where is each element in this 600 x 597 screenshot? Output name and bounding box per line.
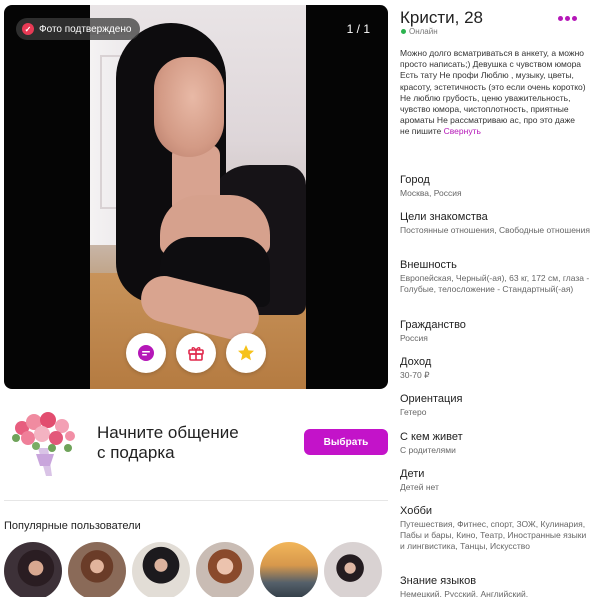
send-gift-button[interactable] bbox=[176, 333, 216, 373]
field-city: Город Москва, Россия bbox=[400, 174, 590, 199]
gift-banner-line2: с подарка bbox=[97, 443, 175, 462]
field-citizenship: Гражданство Россия bbox=[400, 319, 590, 344]
popular-user-avatar[interactable] bbox=[132, 542, 190, 597]
more-options-button[interactable] bbox=[558, 16, 577, 21]
photo-counter: 1 / 1 bbox=[346, 22, 370, 36]
profile-name: Кристи, 28 bbox=[400, 8, 483, 27]
field-label: Внешность bbox=[400, 259, 457, 271]
field-income: Доход 30-70 ₽ bbox=[400, 356, 590, 381]
favorite-button[interactable] bbox=[226, 333, 266, 373]
photo-verified-label: Фото подтверждено bbox=[39, 23, 132, 35]
field-label: Гражданство bbox=[400, 319, 466, 331]
popular-user-avatar[interactable] bbox=[196, 542, 254, 597]
field-value: Постоянные отношения, Свободные отношени… bbox=[400, 225, 590, 235]
star-icon bbox=[238, 345, 254, 361]
popular-user-avatar[interactable] bbox=[324, 542, 382, 597]
field-label: Доход bbox=[400, 356, 432, 368]
bouquet-image bbox=[12, 412, 75, 476]
field-label: Хобби bbox=[400, 505, 433, 517]
popular-users-list bbox=[4, 542, 394, 597]
field-orientation: Ориентация Гетеро bbox=[400, 393, 590, 418]
collapse-about-link[interactable]: Свернуть bbox=[444, 126, 481, 136]
field-languages: Знание языков Немецкий, Русский, Английс… bbox=[400, 575, 590, 597]
choose-gift-button[interactable]: Выбрать bbox=[304, 429, 388, 455]
gift-banner-text: Начните общение с подарка bbox=[97, 423, 287, 463]
more-dots-icon bbox=[558, 16, 563, 21]
field-dating-goals: Цели знакомства Постоянные отношения, Св… bbox=[400, 211, 590, 236]
field-value: Европейская, Черный(-ая), 63 кг, 172 см,… bbox=[400, 273, 590, 294]
profile-about: Можно долго всматриваться в анкету, а мо… bbox=[400, 48, 586, 138]
online-status-label: Онлайн bbox=[409, 27, 438, 36]
photo-verified-badge: ✓ Фото подтверждено bbox=[16, 18, 141, 40]
field-appearance: Внешность Европейская, Черный(-ая), 63 к… bbox=[400, 259, 590, 295]
profile-photo[interactable]: ✓ Фото подтверждено 1 / 1 bbox=[4, 5, 388, 389]
gift-banner: Начните общение с подарка Выбрать bbox=[4, 398, 388, 501]
field-label: Ориентация bbox=[400, 393, 463, 405]
profile-photo-image bbox=[90, 5, 306, 389]
field-value: Детей нет bbox=[400, 482, 439, 492]
field-label: Цели знакомства bbox=[400, 211, 488, 223]
popular-user-avatar[interactable] bbox=[4, 542, 62, 597]
field-label: Знание языков bbox=[400, 575, 477, 587]
field-hobbies: Хобби Путешествия, Фитнес, спорт, ЗОЖ, К… bbox=[400, 505, 590, 552]
chat-bubble-icon bbox=[138, 345, 154, 361]
field-value: Немецкий, Русский, Английский, bbox=[400, 589, 529, 597]
field-value: Путешествия, Фитнес, спорт, ЗОЖ, Кулинар… bbox=[400, 519, 587, 551]
popular-users-title: Популярные пользователи bbox=[4, 520, 141, 532]
field-label: Город bbox=[400, 174, 430, 186]
field-label: Дети bbox=[400, 468, 425, 480]
message-button[interactable] bbox=[126, 333, 166, 373]
field-children: Дети Детей нет bbox=[400, 468, 590, 493]
online-dot-icon bbox=[401, 29, 406, 34]
popular-user-avatar[interactable] bbox=[68, 542, 126, 597]
field-lives-with: С кем живет С родителями bbox=[400, 431, 590, 456]
field-value: Москва, Россия bbox=[400, 188, 462, 198]
field-value: С родителями bbox=[400, 445, 456, 455]
field-value: 30-70 ₽ bbox=[400, 370, 430, 380]
gift-icon bbox=[188, 347, 204, 361]
check-icon: ✓ bbox=[22, 23, 34, 35]
online-status: Онлайн bbox=[401, 27, 438, 36]
field-label: С кем живет bbox=[400, 431, 463, 443]
field-value: Гетеро bbox=[400, 407, 427, 417]
gift-banner-line1: Начните общение bbox=[97, 423, 239, 442]
popular-user-avatar[interactable] bbox=[260, 542, 318, 597]
profile-about-text: Можно долго всматриваться в анкету, а мо… bbox=[400, 48, 586, 137]
field-value: Россия bbox=[400, 333, 428, 343]
